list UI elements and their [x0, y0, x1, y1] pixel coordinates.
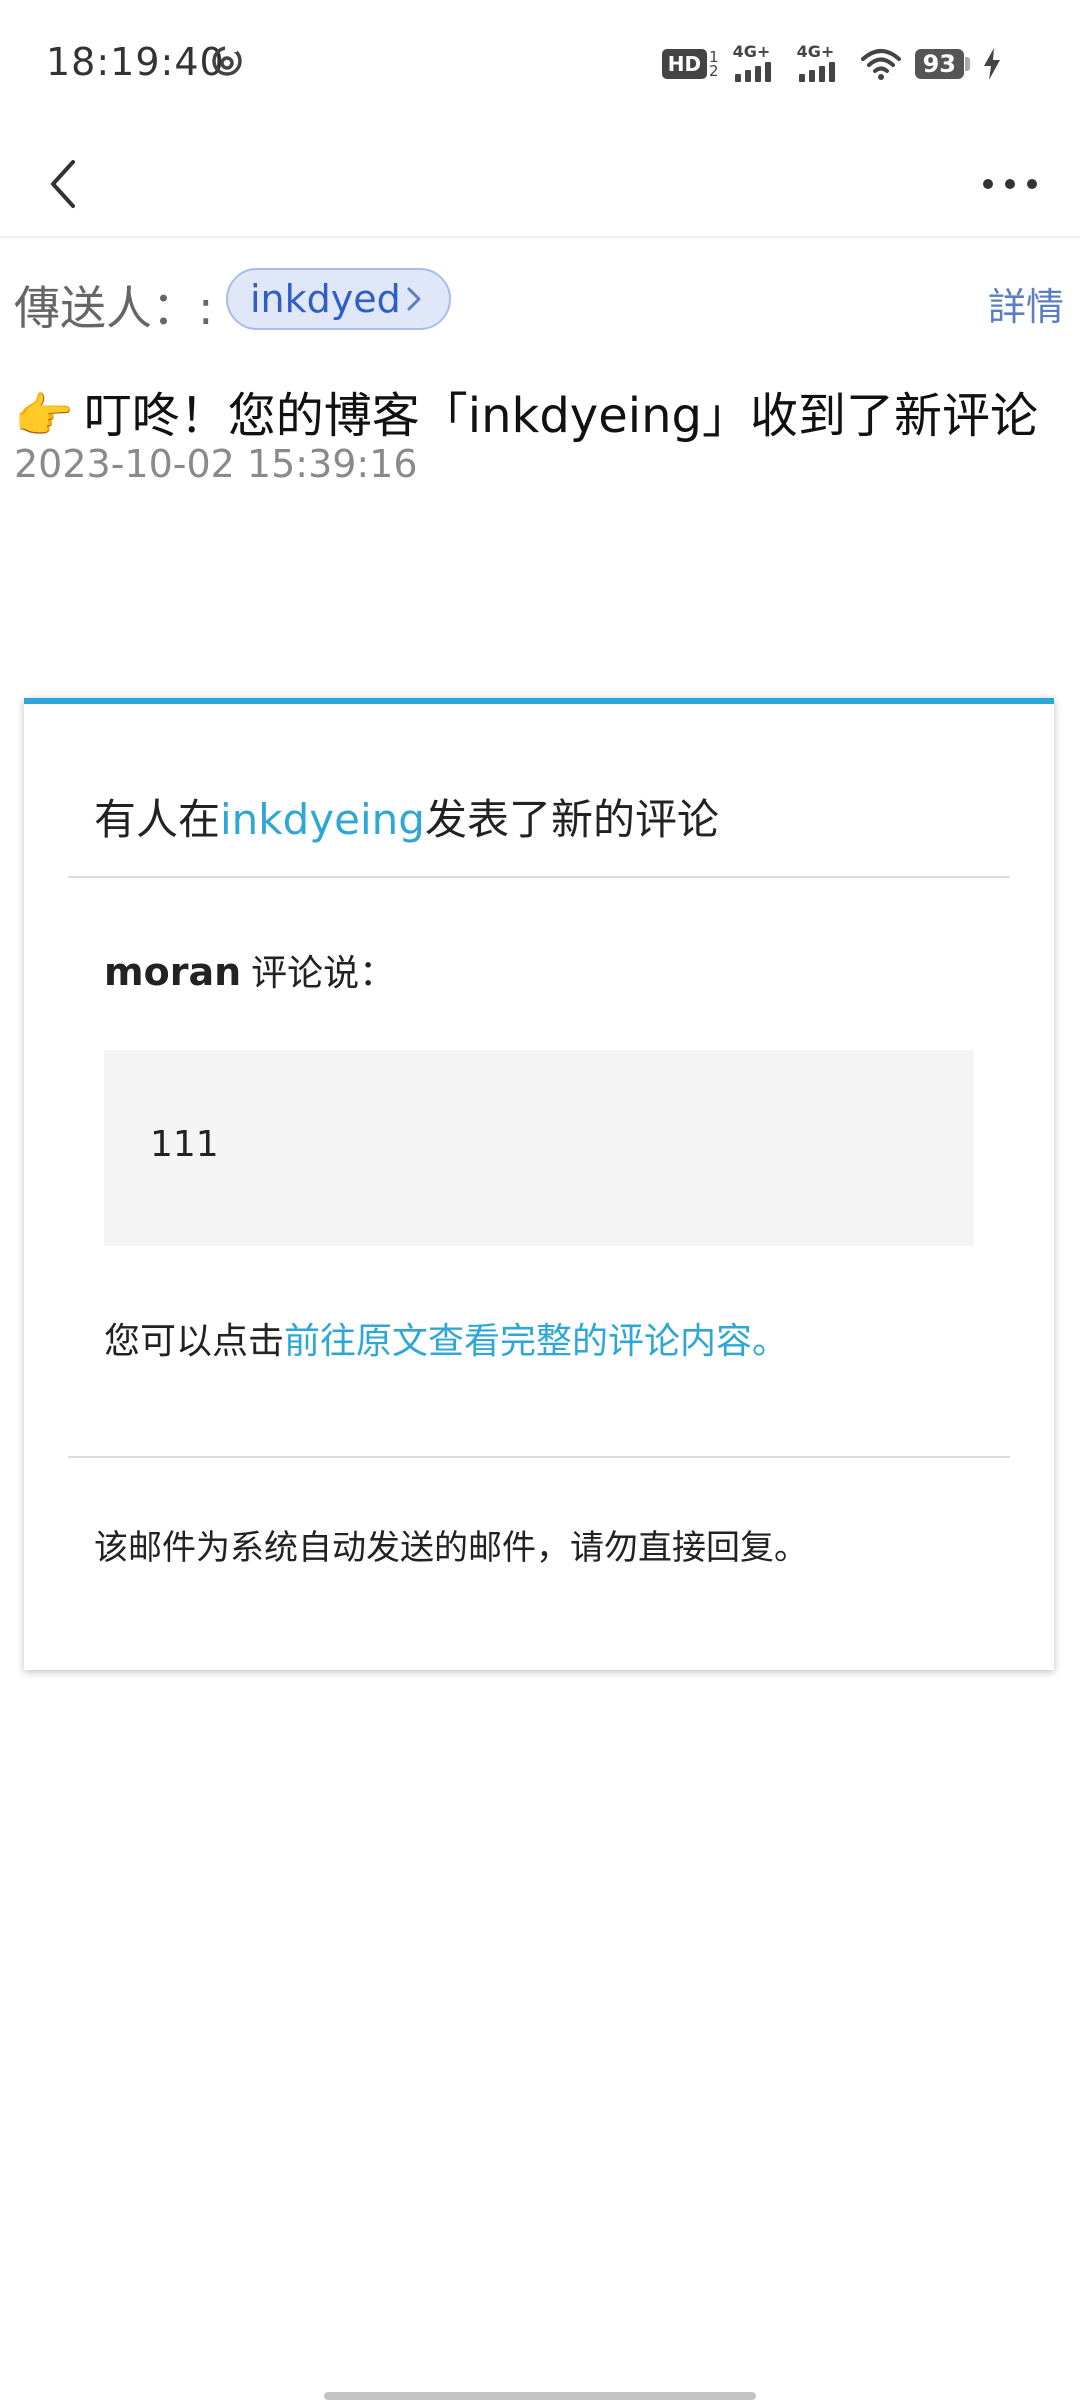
signal-icon: 4G+	[732, 42, 783, 84]
email-date: 2023-10-02 15:39:16	[14, 442, 418, 486]
wifi-icon	[860, 49, 901, 80]
commenter-name: moran	[104, 950, 242, 994]
subject-text: 叮咚！您的博客「inkdyeing」收到了新评论	[83, 388, 1038, 444]
email-card: 有人在inkdyeing发表了新的评论 moran 评论说： 111 您可以点击前…	[24, 698, 1054, 1670]
sync-icon	[212, 46, 242, 76]
sender-chip[interactable]: inkdyed	[226, 268, 451, 330]
title-suffix: 发表了新的评论	[424, 795, 719, 844]
sender-label: 傳送人：:	[14, 281, 214, 335]
network-type-label: 4G+	[796, 42, 835, 61]
divider	[68, 1456, 1010, 1458]
view-original-link[interactable]: 前往原文查看完整的评论内容。	[284, 1321, 788, 1362]
status-indicators: HD 1 2 4G+ 4G+ 93	[661, 42, 970, 84]
chevron-right-icon	[407, 287, 421, 311]
more-horizontal-icon	[983, 179, 993, 189]
hint-line: 您可以点击前往原文查看完整的评论内容。	[104, 1312, 788, 1364]
network-type-label: 4G+	[732, 42, 771, 61]
app-bar	[0, 130, 1080, 238]
back-button[interactable]	[30, 152, 94, 216]
sender-name: inkdyed	[250, 277, 401, 321]
blog-link[interactable]: inkdyeing	[220, 795, 425, 844]
card-title: 有人在inkdyeing发表了新的评论	[94, 786, 719, 847]
footer-note: 该邮件为系统自动发送的邮件，请勿直接回复。	[94, 1528, 808, 1568]
status-bar: 18:19:40 HD 1 2 4G+ 4G+ 93	[0, 0, 1080, 130]
hd-label: HD	[661, 49, 708, 79]
comment-text: 111	[150, 1124, 219, 1165]
hint-prefix: 您可以点击	[104, 1321, 285, 1362]
title-prefix: 有人在	[94, 795, 221, 844]
pointing-hand-icon: 👉	[14, 388, 74, 444]
status-time: 18:19:40	[46, 40, 225, 84]
details-link[interactable]: 詳情	[988, 276, 1064, 331]
comment-box: 111	[104, 1050, 974, 1246]
commenter-line: moran 评论说：	[104, 944, 395, 996]
signal-icon: 4G+	[796, 42, 847, 84]
commenter-suffix: 评论说：	[251, 953, 396, 994]
hd-sub-bottom: 2	[709, 62, 719, 80]
email-subject: 👉 叮咚！您的博客「inkdyeing」收到了新评论	[14, 376, 1074, 446]
sender-row: 傳送人：: inkdyed 詳情	[0, 262, 1080, 338]
chevron-left-icon	[51, 160, 75, 208]
battery-icon: 93	[914, 49, 970, 79]
divider	[68, 876, 1010, 878]
battery-level: 93	[914, 49, 964, 79]
more-options-button[interactable]	[970, 152, 1050, 216]
hd-icon: HD 1 2	[661, 49, 719, 80]
home-indicator[interactable]	[324, 2392, 756, 2400]
charging-icon	[984, 48, 1000, 80]
